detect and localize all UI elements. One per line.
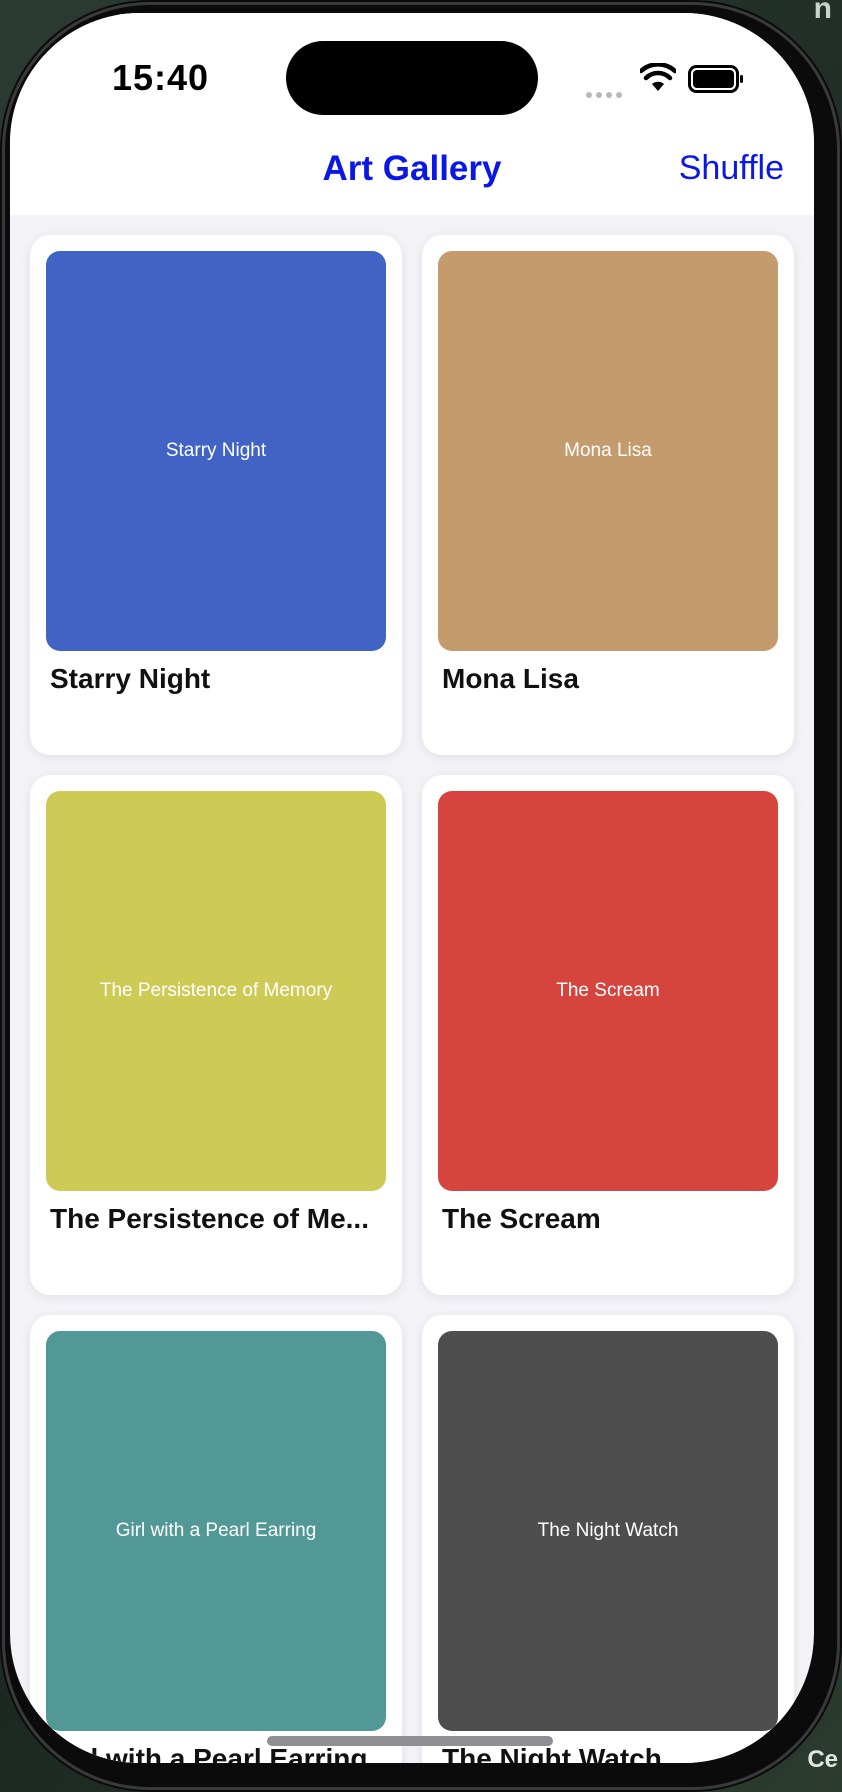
artwork-card[interactable]: Mona Lisa Mona Lisa — [422, 235, 794, 755]
phone-screen: 15:40 Art Gallery Shuffle Starry Night S… — [10, 13, 814, 1763]
status-time: 15:40 — [112, 57, 210, 98]
shuffle-button[interactable]: Shuffle — [679, 149, 784, 188]
artwork-title: The Scream — [442, 1203, 601, 1234]
artwork-image-label: Mona Lisa — [564, 440, 652, 461]
artwork-title: Girl with a Pearl Earring — [50, 1743, 368, 1763]
artwork-card[interactable]: The Scream The Scream — [422, 775, 794, 1295]
artwork-image-label: Starry Night — [165, 440, 267, 461]
artwork-image: Girl with a Pearl Earring — [46, 1331, 386, 1731]
phone-frame: 15:40 Art Gallery Shuffle Starry Night S… — [0, 0, 842, 1792]
dynamic-island — [286, 41, 538, 115]
artwork-image-label: The Night Watch — [537, 1520, 679, 1541]
artwork-title: Starry Night — [50, 663, 211, 694]
signal-dots-icon — [586, 85, 626, 103]
artwork-title: Mona Lisa — [442, 663, 579, 694]
artwork-card[interactable]: Starry Night Starry Night — [30, 235, 402, 755]
artwork-image: Mona Lisa — [438, 251, 778, 651]
backdrop-text-bottom-right: Ce — [807, 1746, 838, 1773]
battery-icon — [688, 65, 743, 93]
artwork-image: The Scream — [438, 791, 778, 1191]
artwork-image-label: The Persistence of Memory — [99, 980, 333, 1001]
artwork-title: The Persistence of Me... — [50, 1203, 369, 1234]
artwork-image: Starry Night — [46, 251, 386, 651]
artwork-card[interactable]: Girl with a Pearl Earring Girl with a Pe… — [30, 1315, 402, 1763]
artwork-image: The Persistence of Memory — [46, 791, 386, 1191]
artwork-image: The Night Watch — [438, 1331, 778, 1731]
backdrop-text-top-right: n — [813, 0, 832, 25]
artwork-image-label: Girl with a Pearl Earring — [115, 1520, 317, 1541]
artwork-title: The Night Watch — [442, 1743, 662, 1763]
artwork-card[interactable]: The Persistence of Memory The Persistenc… — [30, 775, 402, 1295]
navigation-bar: 15:40 Art Gallery Shuffle — [10, 13, 814, 215]
home-indicator[interactable] — [267, 1736, 553, 1746]
wifi-icon — [640, 63, 676, 91]
artwork-card[interactable]: The Night Watch The Night Watch — [422, 1315, 794, 1763]
artwork-image-label: The Scream — [556, 980, 660, 1001]
